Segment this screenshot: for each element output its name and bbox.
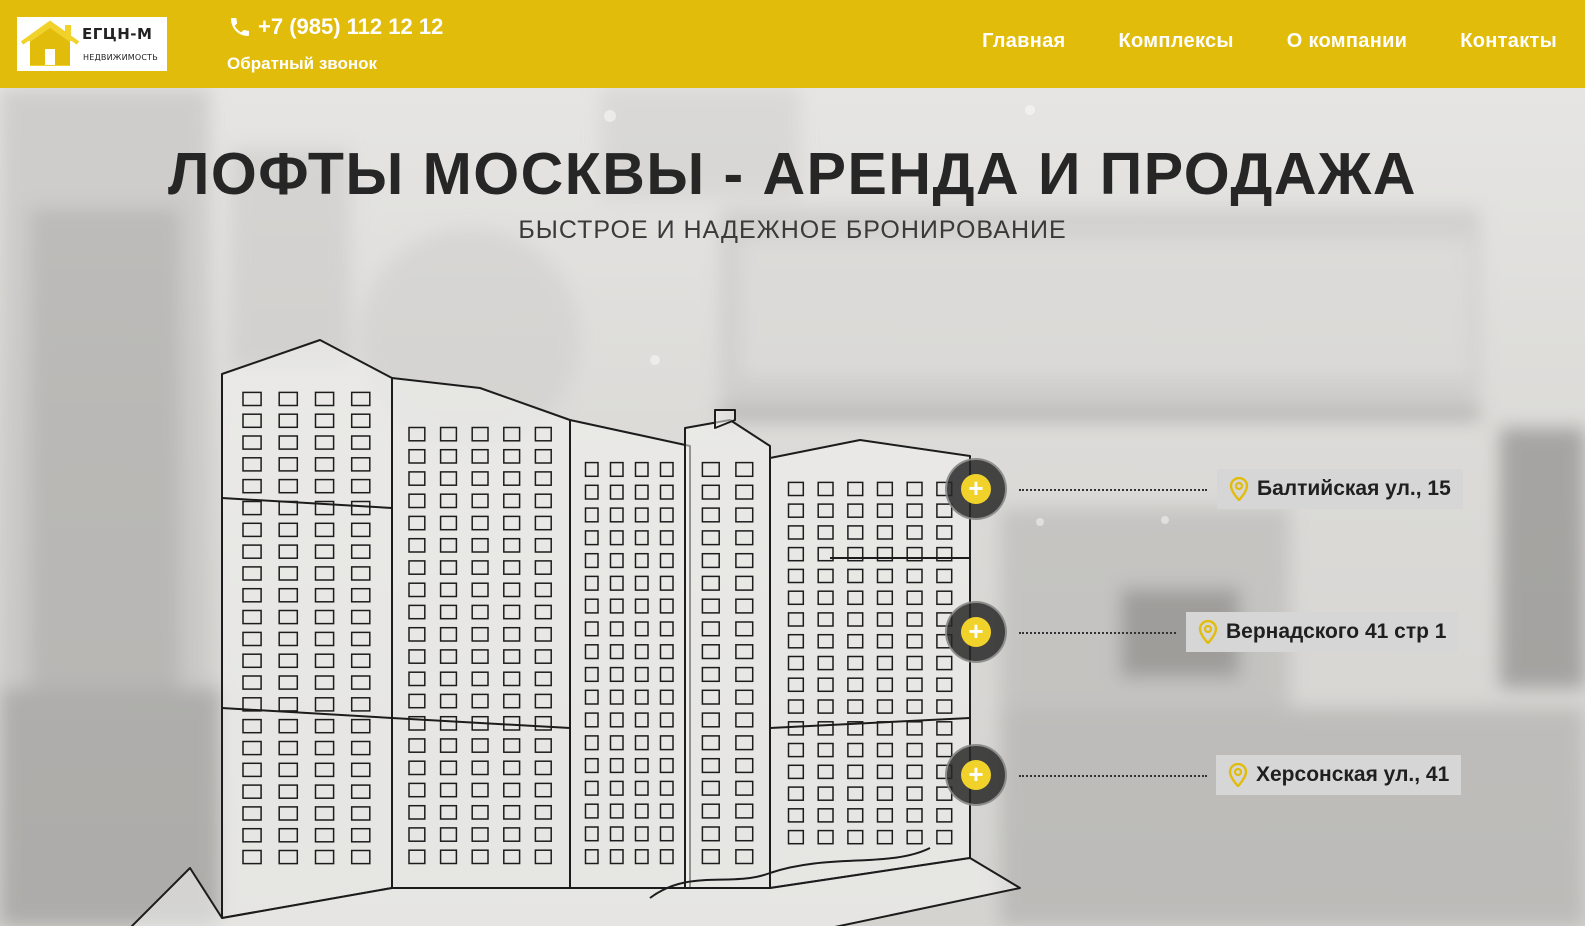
callback-link[interactable]: Обратный звонок [227,54,377,74]
location-address: Херсонская ул., 41 [1256,763,1450,786]
location-marker-3[interactable]: + [945,744,1007,806]
site-header: ЕГЦН-М НЕДВИЖИМОСТЬ +7 (985) 112 12 12 О… [0,0,1585,88]
house-icon [20,20,80,66]
location-marker-1[interactable]: + [945,458,1007,520]
hero-subtitle: БЫСТРОЕ И НАДЕЖНОЕ БРОНИРОВАНИЕ [518,216,1067,244]
hero-section: ЛОФТЫ МОСКВЫ - АРЕНДА И ПРОДАЖА БЫСТРОЕ … [0,88,1585,926]
nav-complexes[interactable]: Комплексы [1119,30,1234,53]
map-pin-icon [1228,763,1248,787]
location-marker-2[interactable]: + [945,601,1007,663]
phone-number[interactable]: +7 (985) 112 12 12 [228,12,443,42]
map-pin-icon [1229,477,1249,501]
plus-icon: + [961,474,991,504]
main-nav: Главная Комплексы О компании Контакты [982,30,1557,53]
location-label-3[interactable]: Херсонская ул., 41 [1216,755,1462,795]
location-address: Балтийская ул., 15 [1257,477,1451,500]
logo-name: ЕГЦН-М [82,25,153,43]
leader-line-1 [1019,489,1207,491]
location-label-1[interactable]: Балтийская ул., 15 [1217,469,1463,509]
leader-line-2 [1019,632,1176,634]
nav-home[interactable]: Главная [982,30,1065,53]
location-label-2[interactable]: Вернадского 41 стр 1 [1186,612,1459,652]
phone-icon [231,18,249,36]
leader-line-3 [1019,775,1207,777]
logo[interactable]: ЕГЦН-М НЕДВИЖИМОСТЬ [17,17,167,71]
hero-title: ЛОФТЫ МОСКВЫ - АРЕНДА И ПРОДАЖА [168,141,1417,207]
building-illustration [130,339,1021,926]
map-pin-icon [1198,620,1218,644]
nav-contacts[interactable]: Контакты [1460,30,1557,53]
plus-icon: + [961,617,991,647]
logo-subtitle: НЕДВИЖИМОСТЬ [83,53,158,62]
phone-text[interactable]: +7 (985) 112 12 12 [258,14,443,40]
location-address: Вернадского 41 стр 1 [1226,620,1447,643]
nav-about[interactable]: О компании [1287,30,1407,53]
plus-icon: + [961,760,991,790]
